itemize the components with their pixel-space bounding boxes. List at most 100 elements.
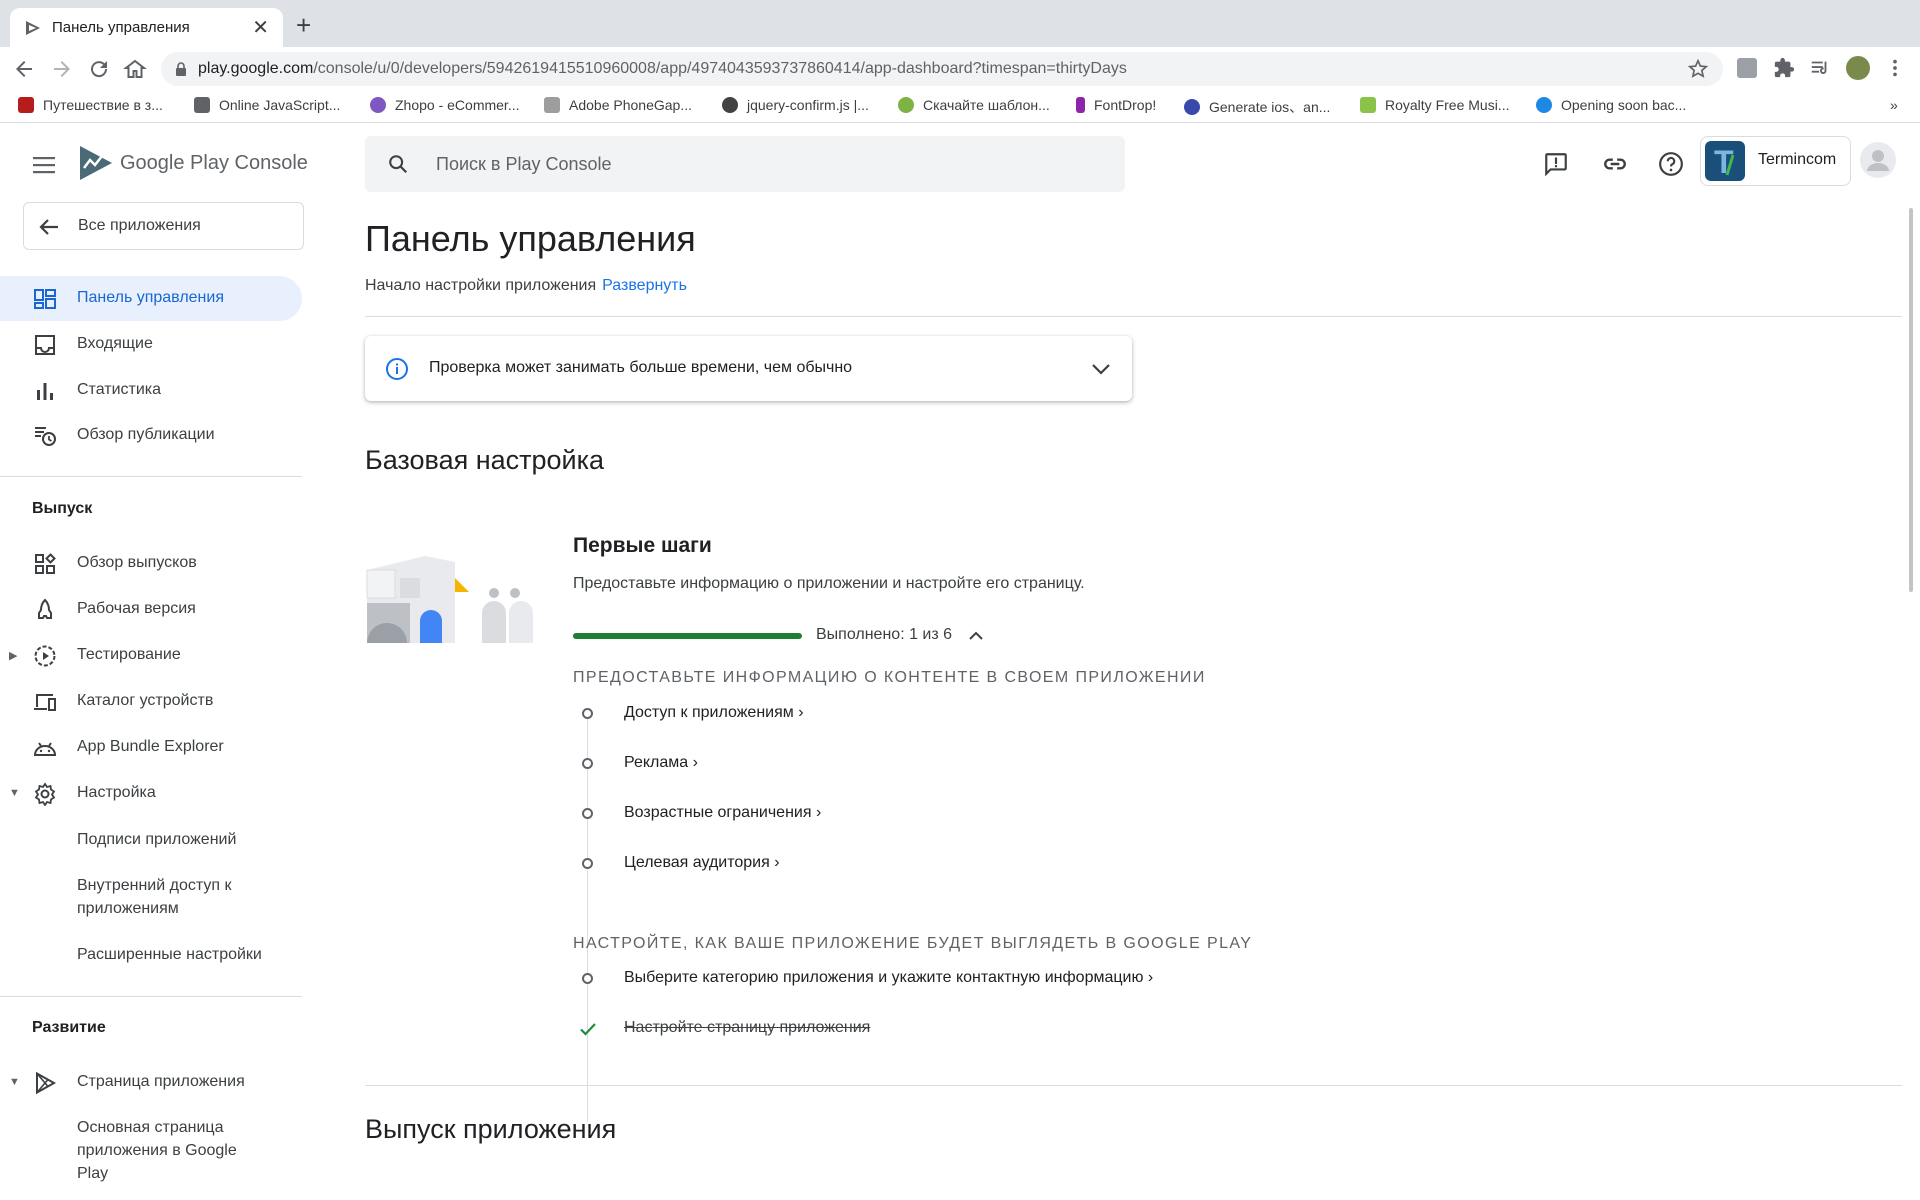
app-release-heading: Выпуск приложения [365, 1114, 617, 1144]
search-icon [389, 155, 408, 174]
extension-icon[interactable] [1737, 58, 1757, 78]
url-path: /console/u/0/developers/5942619415510960… [313, 60, 1127, 77]
profile-avatar-icon[interactable] [1846, 56, 1870, 80]
bookmark-favicon-icon [194, 97, 210, 113]
tab-close-icon[interactable]: ✕ [252, 18, 269, 38]
app-header: Google Play Console Поиск в Play Console… [0, 124, 1920, 202]
setup-subtitle: Начало настройки приложения Развернуть [365, 277, 687, 295]
review-time-alert[interactable]: Проверка может занимать больше времени, … [365, 336, 1132, 401]
sidebar-subitem-advanced-settings[interactable]: Расширенные настройки [77, 943, 262, 966]
bookmark-item[interactable]: Скачайте шаблон... [898, 97, 1050, 113]
page-scrollbar[interactable] [1909, 208, 1913, 592]
reading-list-icon[interactable] [1809, 57, 1831, 79]
sidebar-item-setup[interactable]: ▼ Настройка [0, 771, 302, 816]
sidebar-subitem-internal-app-sharing[interactable]: Внутренний доступ к приложениям [77, 874, 277, 920]
browser-tab[interactable]: Панель управления ✕ [10, 8, 283, 47]
developer-account-switcher[interactable]: T Termincom [1700, 136, 1851, 186]
chevron-up-icon[interactable] [968, 628, 984, 644]
bookmark-item[interactable]: Opening soon bac... [1536, 97, 1686, 113]
sidebar-item-label: Входящие [77, 335, 153, 352]
expand-link[interactable]: Развернуть [602, 277, 687, 294]
sidebar-item-store-presence[interactable]: ▼ Страница приложения [0, 1060, 302, 1105]
chevron-down-icon[interactable] [1090, 358, 1112, 380]
sidebar-item-testing[interactable]: ▶ Тестирование [0, 633, 302, 678]
step-content-rating[interactable]: Возрастные ограничения › [573, 799, 1473, 829]
releases-overview-icon [35, 553, 56, 574]
bookmark-favicon-icon [544, 97, 560, 113]
bookmark-favicon-icon [18, 97, 34, 113]
progress-text: Выполнено: 1 из 6 [816, 626, 953, 643]
step-category-contacts[interactable]: Выберите категорию приложения и укажите … [573, 964, 1473, 994]
user-avatar[interactable] [1860, 142, 1896, 178]
sidebar-item-production[interactable]: Рабочая версия [0, 587, 302, 632]
collapse-arrow-icon[interactable]: ▼ [9, 787, 20, 799]
step-label: Целевая аудитория › [624, 854, 780, 871]
publishing-overview-icon [35, 427, 56, 446]
sidebar-subitem-main-store-listing[interactable]: Основная страница приложения в Google Pl… [77, 1116, 267, 1185]
link-icon[interactable] [1602, 151, 1628, 177]
bookmark-item[interactable]: Generate ios、an... [1184, 97, 1330, 117]
bookmark-item[interactable]: Adobe PhoneGap... [544, 97, 692, 113]
bookmark-item[interactable]: Royalty Free Musi... [1360, 97, 1509, 113]
step-incomplete-icon [582, 858, 593, 869]
setup-illustration [366, 556, 533, 643]
bookmark-item[interactable]: jquery-confirm.js |... [722, 97, 869, 113]
bookmark-favicon-icon [370, 97, 386, 113]
bookmark-label: Zhopo - eCommer... [395, 97, 520, 113]
section-divider [365, 316, 1902, 317]
url-text[interactable]: play.google.com/console/u/0/developers/5… [198, 60, 1127, 78]
logo-text: Google Play Console [120, 151, 308, 174]
feedback-icon[interactable] [1543, 151, 1569, 177]
inbox-icon [35, 335, 55, 355]
bookmarks-overflow-button[interactable]: » [1890, 97, 1898, 113]
collapse-arrow-icon[interactable]: ▼ [9, 1076, 20, 1088]
sidebar-item-inbox[interactable]: Входящие [0, 322, 302, 367]
new-tab-button[interactable]: + [296, 12, 311, 38]
bookmark-favicon-icon [722, 97, 738, 113]
step-label: Реклама › [624, 754, 698, 771]
bookmark-item[interactable]: Online JavaScript... [194, 97, 340, 113]
hamburger-menu-icon[interactable] [33, 156, 57, 174]
expand-arrow-icon[interactable]: ▶ [9, 649, 17, 662]
setup-subtitle-text: Начало настройки приложения [365, 277, 597, 294]
bookmark-star-icon[interactable] [1687, 58, 1709, 80]
sidebar-item-label: Панель управления [77, 289, 224, 306]
sidebar-subitem-app-signing[interactable]: Подписи приложений [77, 828, 236, 851]
sidebar-item-label: Статистика [77, 381, 162, 398]
bookmark-item[interactable]: Zhopo - eCommer... [370, 97, 520, 113]
all-apps-label: Все приложения [78, 217, 201, 234]
category-heading-content: ПРЕДОСТАВЬТЕ ИНФОРМАЦИЮ О КОНТЕНТЕ В СВО… [573, 669, 1206, 686]
all-apps-button[interactable]: Все приложения [23, 202, 304, 250]
sidebar-item-device-catalog[interactable]: Каталог устройств [0, 679, 302, 724]
step-incomplete-icon [582, 708, 593, 719]
sidebar-item-releases-overview[interactable]: Обзор выпусков [0, 541, 302, 586]
sidebar-item-publishing-overview[interactable]: Обзор публикации [0, 413, 302, 458]
developer-name: Termincom [1758, 151, 1837, 168]
bookmark-label: Opening soon bac... [1561, 97, 1687, 113]
more-vert-icon[interactable] [1884, 57, 1906, 79]
address-bar[interactable]: play.google.com/console/u/0/developers/5… [161, 52, 1723, 86]
bookmark-label: Royalty Free Musi... [1385, 97, 1510, 113]
step-incomplete-icon [582, 973, 593, 984]
bookmark-item[interactable]: Путешествие в з... [18, 97, 163, 113]
bookmark-item[interactable]: FontDrop! [1076, 97, 1156, 113]
sidebar-item-app-bundle-explorer[interactable]: App Bundle Explorer [0, 725, 302, 770]
section-divider [365, 1085, 1902, 1086]
lock-icon[interactable] [175, 62, 187, 76]
back-arrow-icon[interactable] [12, 57, 36, 81]
sidebar-item-dashboard[interactable]: Панель управления [0, 276, 302, 321]
home-icon[interactable] [123, 57, 147, 81]
forward-arrow-icon[interactable] [50, 57, 74, 81]
search-input[interactable]: Поиск в Play Console [365, 136, 1125, 192]
sidebar-item-statistics[interactable]: Статистика [0, 368, 302, 413]
step-ads[interactable]: Реклама › [573, 749, 1473, 779]
bookmark-label: jquery-confirm.js |... [747, 97, 869, 113]
step-app-access[interactable]: Доступ к приложениям › [573, 699, 1473, 729]
help-icon[interactable] [1658, 151, 1684, 177]
reload-icon[interactable] [87, 57, 111, 81]
play-console-logo[interactable]: Google Play Console [78, 144, 308, 182]
sidebar-divider [0, 476, 302, 477]
step-target-audience[interactable]: Целевая аудитория › [573, 849, 1473, 879]
puzzle-extensions-icon[interactable] [1773, 57, 1795, 79]
step-store-listing[interactable]: Настройте страницу приложения [573, 1014, 1473, 1044]
